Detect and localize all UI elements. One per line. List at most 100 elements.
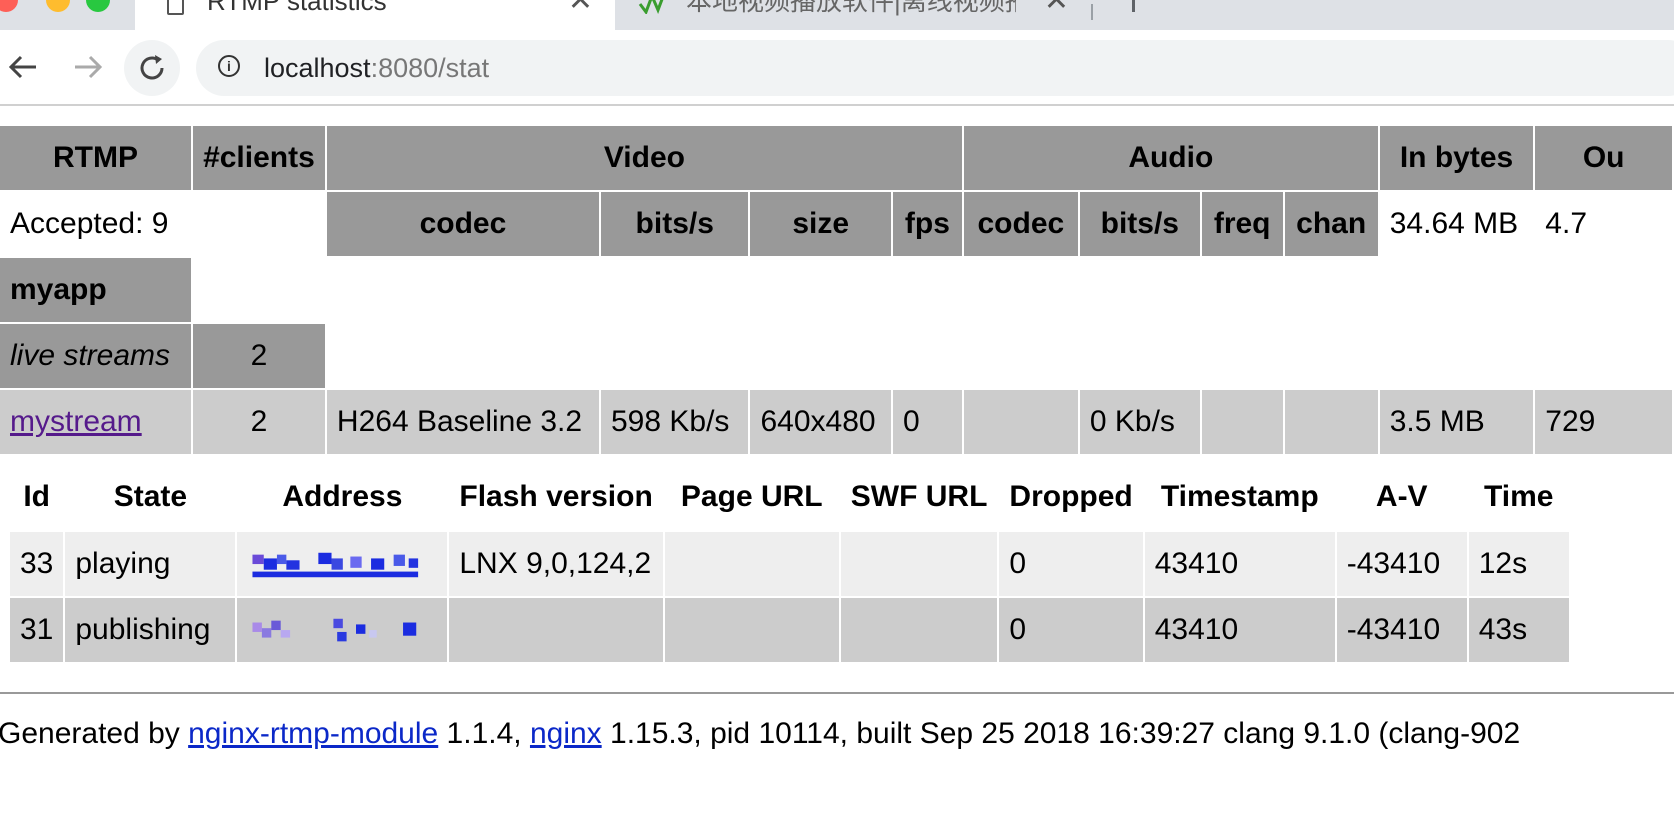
empty-cell — [193, 258, 1672, 322]
client-time: 12s — [1468, 532, 1569, 596]
address-bar[interactable]: i localhost:8080/stat — [196, 40, 1674, 96]
url-text[interactable]: localhost:8080/stat — [264, 40, 489, 96]
minimize-window-button[interactable] — [46, 0, 70, 12]
client-row: 31 publishing 0 43410 -43410 43s — [10, 598, 1569, 662]
reload-button[interactable] — [124, 40, 180, 96]
client-timestamp: 43410 — [1144, 532, 1335, 596]
stream-video-size: 640x480 — [750, 390, 891, 454]
rtmp-header: RTMP — [0, 126, 191, 190]
footer-prefix: Generated by — [0, 717, 189, 750]
tab-rtmp-statistics[interactable]: RTMP statistics ✕ — [135, 0, 615, 30]
col-id: Id — [10, 464, 64, 530]
stream-link[interactable]: mystream — [10, 405, 142, 438]
site-favicon-icon — [638, 0, 664, 14]
video-bits-header: bits/s — [600, 192, 749, 256]
tab-close-icon[interactable]: ✕ — [568, 0, 593, 16]
tab-strip: RTMP statistics ✕ 本地视频播放软件|离线视频播放 ✕ — [0, 0, 1674, 30]
tab-video-player[interactable]: 本地视频播放软件|离线视频播放 ✕ — [616, 0, 1091, 30]
live-streams-row: live streams 2 — [0, 324, 1672, 388]
forward-button[interactable] — [63, 42, 113, 92]
tab-close-icon[interactable]: ✕ — [1044, 0, 1069, 16]
stream-video-bits: 598 Kb/s — [600, 390, 749, 454]
empty-cell — [193, 192, 325, 256]
client-state: publishing — [65, 598, 236, 662]
total-in-bytes: 34.64 MB — [1389, 207, 1519, 240]
video-fps-header: fps — [892, 192, 962, 256]
video-codec-header: codec — [326, 192, 599, 256]
stream-name-cell: mystream — [0, 390, 191, 454]
video-header: Video — [326, 126, 962, 190]
client-page-url — [664, 532, 839, 596]
stream-audio-chan — [1284, 390, 1378, 454]
client-dropped: 0 — [999, 598, 1143, 662]
app-name: myapp — [0, 258, 191, 322]
client-swf-url — [840, 598, 998, 662]
browser-toolbar: i localhost:8080/stat — [0, 30, 1674, 106]
clients-table: Id State Address Flash version Page URL … — [8, 462, 1571, 664]
client-row: 33 playing LNX 9,0,124,2 0 43410 -43410 … — [10, 532, 1569, 596]
nginx-rtmp-module-link[interactable]: nginx-rtmp-module — [188, 717, 438, 750]
out-bytes-header: Ou — [1535, 126, 1672, 190]
subheader-row: Accepted: 9 codec bits/s size fps codec … — [0, 192, 1672, 256]
client-address — [237, 532, 448, 596]
document-icon — [167, 0, 184, 15]
empty-cell — [327, 324, 1672, 388]
maximize-window-button[interactable] — [86, 0, 110, 12]
col-timestamp: Timestamp — [1144, 464, 1335, 530]
clients-header: #clients — [192, 126, 325, 190]
accepted-count: Accepted: 9 — [10, 207, 169, 240]
col-swf-url: SWF URL — [840, 464, 998, 530]
tab-separator — [1091, 4, 1093, 20]
audio-chan-header: chan — [1284, 192, 1378, 256]
client-flash-version: LNX 9,0,124,2 — [449, 532, 663, 596]
redacted-address-image — [252, 618, 417, 642]
col-dropped: Dropped — [999, 464, 1143, 530]
tab-title: 本地视频播放软件|离线视频播放 — [686, 0, 1016, 16]
arrow-right-icon — [75, 55, 103, 79]
new-tab-button[interactable] — [1132, 0, 1135, 12]
footer-build-info: 1.15.3, pid 10114, built Sep 25 2018 16:… — [601, 717, 1521, 750]
close-window-button[interactable] — [0, 0, 18, 12]
col-av: A-V — [1336, 464, 1467, 530]
stream-out-bytes: 729 — [1535, 390, 1672, 454]
rtmp-stats-table: RTMP #clients Video Audio In bytes Ou Ac… — [0, 124, 1674, 456]
col-address: Address — [237, 464, 448, 530]
tab-title: RTMP statistics — [207, 0, 387, 16]
client-swf-url — [840, 532, 998, 596]
col-flash-version: Flash version — [449, 464, 663, 530]
client-address — [237, 598, 448, 662]
audio-bits-header: bits/s — [1079, 192, 1200, 256]
client-id: 33 — [10, 532, 64, 596]
client-av: -43410 — [1336, 532, 1467, 596]
client-dropped: 0 — [999, 532, 1143, 596]
stream-clients: 2 — [192, 390, 325, 454]
stream-audio-freq — [1201, 390, 1283, 454]
client-flash-version — [449, 598, 663, 662]
stats-page: RTMP #clients Video Audio In bytes Ou Ac… — [0, 124, 1674, 664]
stream-audio-bits: 0 Kb/s — [1079, 390, 1200, 454]
back-button[interactable] — [0, 42, 48, 92]
col-time: Time — [1468, 464, 1569, 530]
client-av: -43410 — [1336, 598, 1467, 662]
stream-video-codec: H264 Baseline 3.2 — [326, 390, 599, 454]
nginx-link[interactable]: nginx — [530, 717, 602, 750]
client-timestamp: 43410 — [1144, 598, 1335, 662]
col-state: State — [65, 464, 236, 530]
video-size-header: size — [750, 192, 891, 256]
audio-header: Audio — [963, 126, 1378, 190]
stream-in-bytes: 3.5 MB — [1379, 390, 1534, 454]
footer: Generated by nginx-rtmp-module 1.1.4, ng… — [0, 712, 1520, 756]
app-row: myapp — [0, 258, 1672, 322]
total-out-bytes: 4.7 — [1545, 207, 1588, 240]
client-time: 43s — [1468, 598, 1569, 662]
info-icon[interactable]: i — [218, 55, 240, 77]
clients-header-row: Id State Address Flash version Page URL … — [10, 464, 1569, 530]
client-state: playing — [65, 532, 236, 596]
stream-audio-codec — [963, 390, 1078, 454]
reload-icon — [140, 55, 164, 80]
redacted-address-image — [252, 552, 419, 578]
footer-divider — [0, 692, 1674, 694]
col-page-url: Page URL — [664, 464, 839, 530]
arrow-left-icon — [8, 55, 36, 79]
live-streams-label: live streams — [0, 324, 191, 388]
